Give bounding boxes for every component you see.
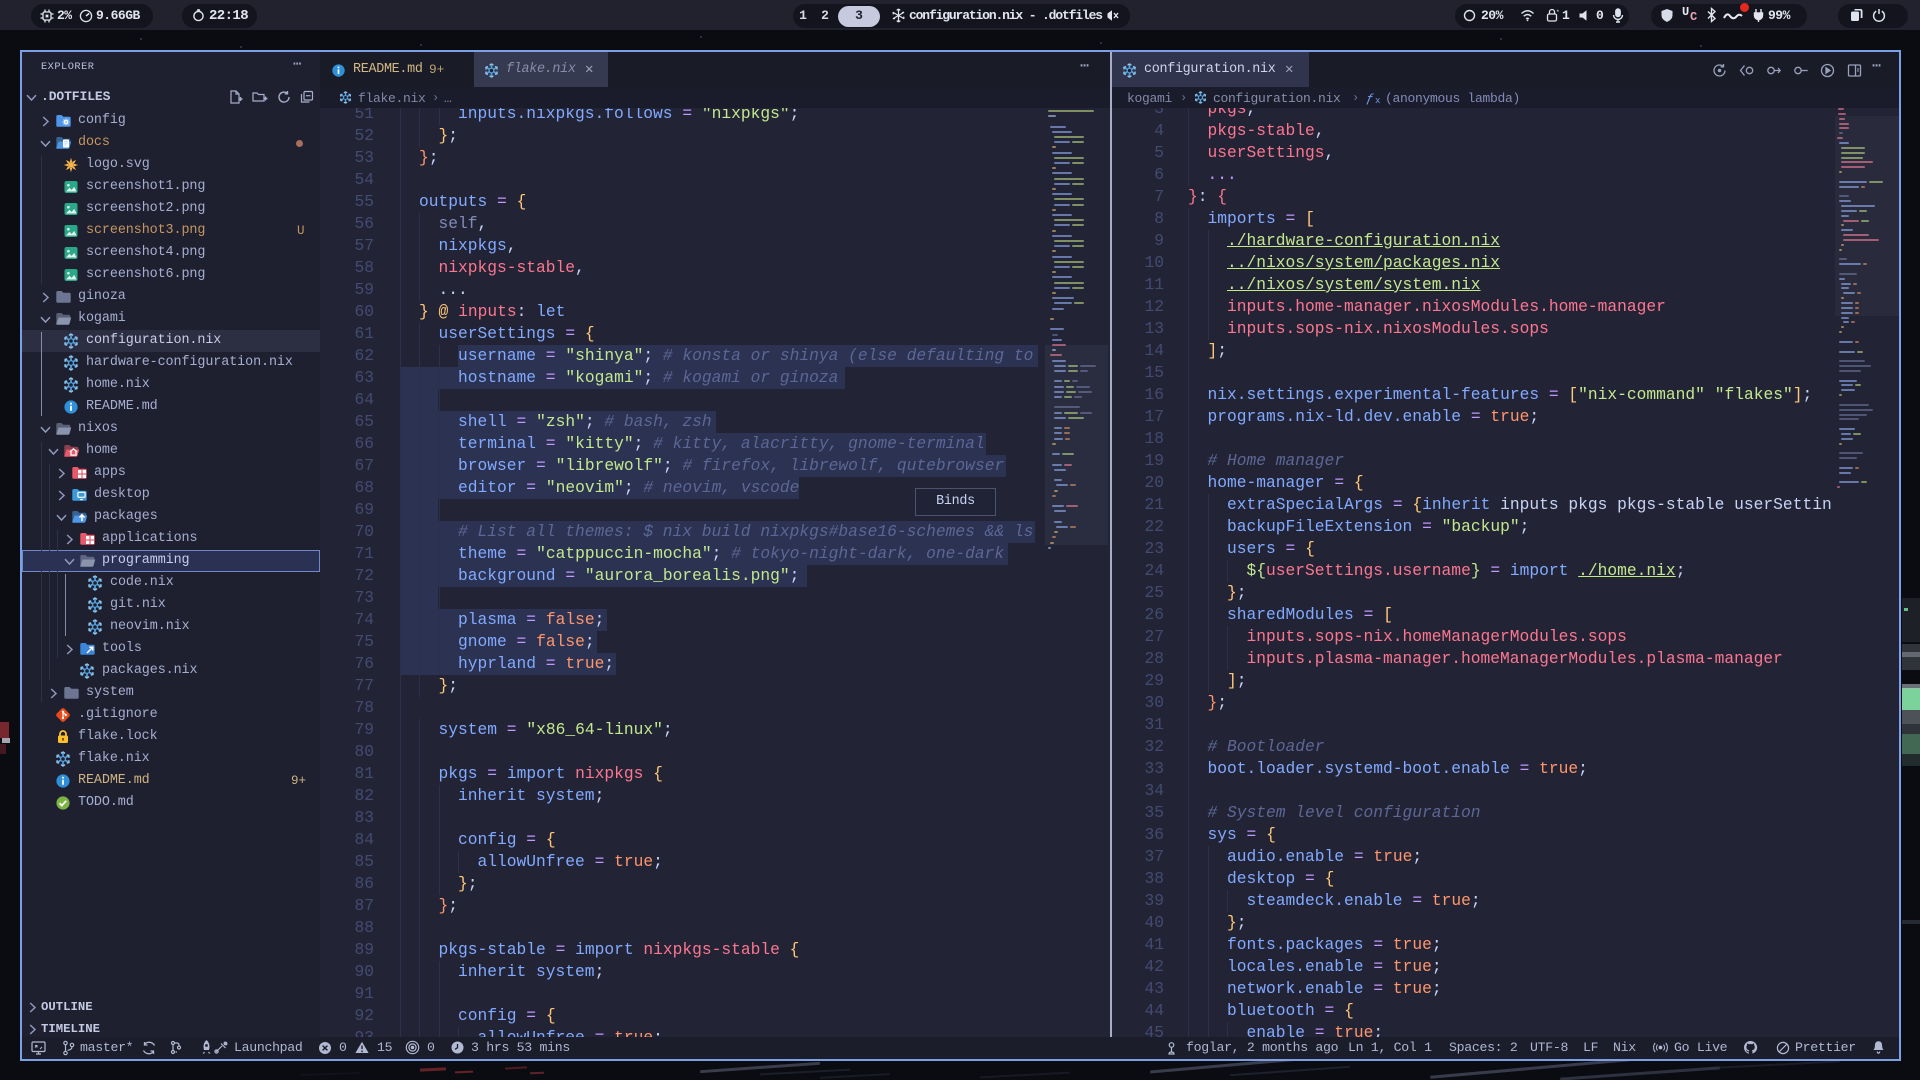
svg-text:*: * [1556,9,1560,16]
